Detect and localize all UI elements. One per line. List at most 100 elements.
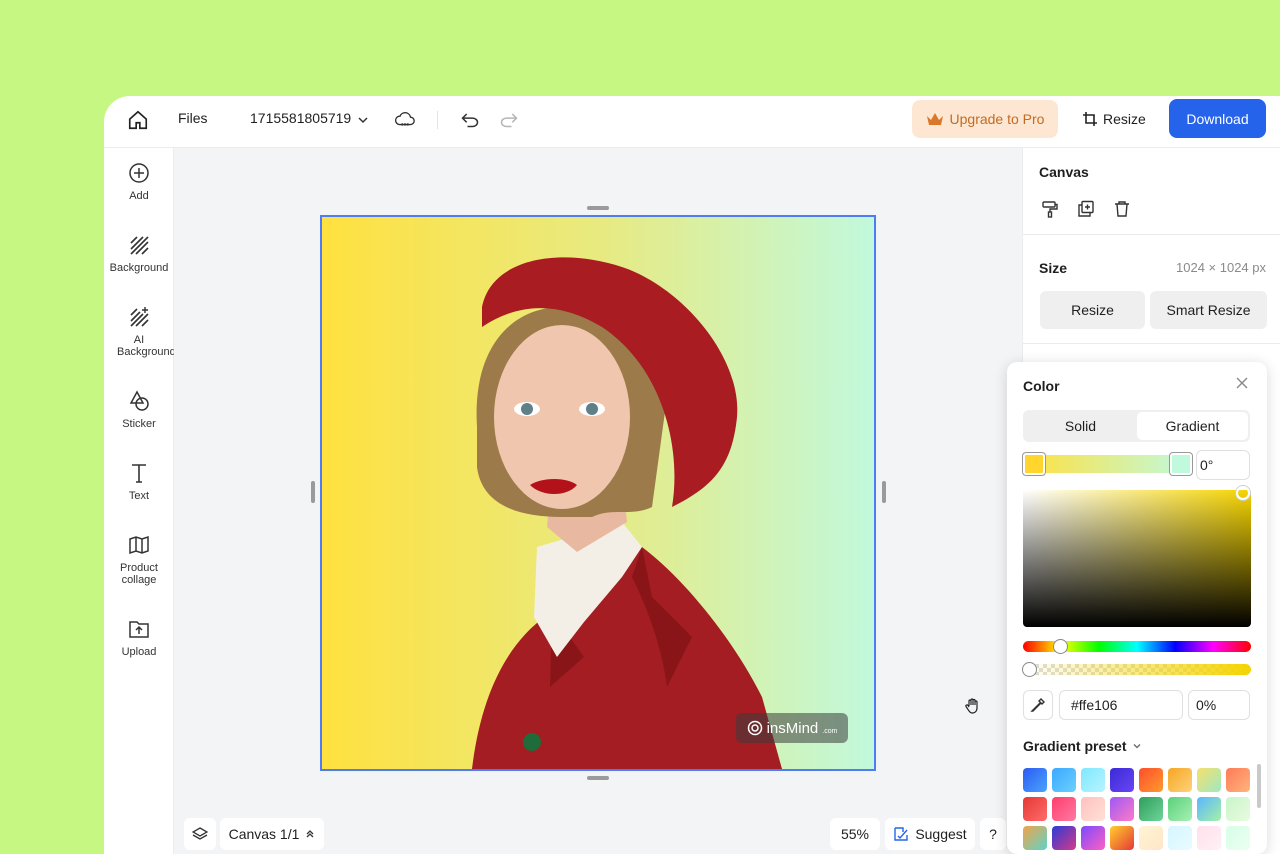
- chevron-down-icon[interactable]: [356, 110, 370, 130]
- gradient-swatch[interactable]: [1052, 768, 1076, 792]
- canvas-workspace[interactable]: insMind .com Canvas 1/1 55% Suggest ?: [174, 148, 1022, 854]
- undo-icon[interactable]: [459, 108, 481, 130]
- gradient-stop-start[interactable]: [1023, 453, 1045, 475]
- left-toolbar: Add Background AI Background Sticker Tex…: [104, 148, 176, 854]
- gradient-swatch[interactable]: [1197, 768, 1221, 792]
- redo-icon[interactable]: [498, 108, 520, 130]
- gradient-bar[interactable]: [1023, 455, 1188, 473]
- resize-handle-left[interactable]: [311, 481, 315, 503]
- size-value: 1024 × 1024 px: [1176, 260, 1266, 275]
- gradient-swatch[interactable]: [1197, 797, 1221, 821]
- sidebar-item-upload[interactable]: Upload: [104, 618, 174, 658]
- panel-divider: [1023, 343, 1280, 344]
- gradient-swatch[interactable]: [1226, 826, 1250, 850]
- resize-label: Resize: [1103, 111, 1146, 127]
- gradient-swatch[interactable]: [1168, 797, 1192, 821]
- hand-cursor-icon: [964, 697, 982, 720]
- help-button[interactable]: ?: [980, 818, 1006, 850]
- sidebar-item-label: Add: [129, 190, 149, 202]
- sidebar-item-product-collage[interactable]: Product collage: [104, 534, 174, 586]
- download-button[interactable]: Download: [1169, 99, 1266, 138]
- panel-resize-button[interactable]: Resize: [1040, 291, 1145, 329]
- resize-handle-bottom[interactable]: [587, 776, 609, 780]
- hex-input[interactable]: #ffe106: [1059, 690, 1183, 720]
- scrollbar[interactable]: [1257, 764, 1261, 808]
- saturation-knob[interactable]: [1236, 486, 1250, 500]
- sidebar-item-background[interactable]: Background: [104, 234, 174, 274]
- trash-icon[interactable]: [1113, 200, 1131, 218]
- zoom-level[interactable]: 55%: [830, 818, 880, 850]
- shapes-icon: [129, 390, 149, 411]
- gradient-swatch[interactable]: [1110, 768, 1134, 792]
- opacity-slider[interactable]: [1023, 664, 1251, 675]
- gradient-swatch[interactable]: [1168, 768, 1192, 792]
- opacity-knob[interactable]: [1023, 663, 1036, 676]
- panel-title: Canvas: [1039, 164, 1089, 180]
- gradient-swatch[interactable]: [1023, 768, 1047, 792]
- toolbar-divider: [437, 111, 438, 129]
- opacity-input[interactable]: 0%: [1188, 690, 1250, 720]
- gradient-swatch[interactable]: [1197, 826, 1221, 850]
- gradient-swatch[interactable]: [1226, 797, 1250, 821]
- sidebar-item-add[interactable]: Add: [104, 162, 174, 202]
- sidebar-item-text[interactable]: Text: [104, 462, 174, 502]
- sidebar-item-label: Upload: [121, 646, 157, 658]
- popover-title: Color: [1023, 378, 1060, 394]
- gradient-swatch[interactable]: [1226, 768, 1250, 792]
- top-bar: Files 1715581805719 Upgrade to Pro Resiz…: [104, 96, 1280, 148]
- suggest-button[interactable]: Suggest: [885, 818, 975, 850]
- sidebar-item-label: Product collage: [120, 562, 158, 586]
- gradient-swatch[interactable]: [1139, 768, 1163, 792]
- gradient-swatch[interactable]: [1139, 797, 1163, 821]
- map-icon: [129, 535, 149, 555]
- gradient-swatch[interactable]: [1110, 826, 1134, 850]
- gradient-preset-label: Gradient preset: [1023, 738, 1127, 754]
- upgrade-label: Upgrade to Pro: [949, 111, 1045, 127]
- gradient-swatch[interactable]: [1081, 826, 1105, 850]
- canvas-page-selector[interactable]: Canvas 1/1: [220, 818, 324, 850]
- sidebar-item-ai-background[interactable]: AI Background: [104, 306, 176, 358]
- chevron-down-icon: [1134, 744, 1141, 749]
- color-popover: Color Solid Gradient 0° #ffe106 0% Gradi…: [1007, 362, 1267, 854]
- cloud-sync-icon[interactable]: [394, 108, 416, 130]
- gradient-swatch[interactable]: [1052, 797, 1076, 821]
- ai-hatch-icon: [130, 307, 149, 327]
- gradient-swatch[interactable]: [1139, 826, 1163, 850]
- files-link[interactable]: Files: [178, 110, 208, 126]
- upgrade-to-pro-button[interactable]: Upgrade to Pro: [912, 100, 1058, 138]
- tab-solid[interactable]: Solid: [1025, 412, 1136, 440]
- watermark-badge: insMind .com: [736, 713, 848, 743]
- gradient-preset-toggle[interactable]: Gradient preset: [1023, 738, 1142, 754]
- gradient-angle-input[interactable]: 0°: [1196, 450, 1250, 480]
- smart-resize-button[interactable]: Smart Resize: [1150, 291, 1267, 329]
- sidebar-item-sticker[interactable]: Sticker: [104, 390, 174, 430]
- saturation-value-picker[interactable]: [1023, 490, 1251, 627]
- paint-roller-icon[interactable]: [1041, 200, 1059, 218]
- design-canvas[interactable]: insMind .com: [320, 215, 876, 771]
- sidebar-item-label: Sticker: [122, 418, 156, 430]
- duplicate-icon[interactable]: [1077, 200, 1095, 218]
- resize-handle-right[interactable]: [882, 481, 886, 503]
- chevron-up-icon: [306, 830, 314, 838]
- gradient-swatch[interactable]: [1052, 826, 1076, 850]
- gradient-swatch[interactable]: [1110, 797, 1134, 821]
- suggest-icon: [894, 827, 909, 841]
- hue-knob[interactable]: [1054, 640, 1067, 653]
- layers-icon[interactable]: [184, 818, 216, 850]
- color-mode-tabs: Solid Gradient: [1023, 410, 1250, 442]
- gradient-swatch[interactable]: [1023, 826, 1047, 850]
- resize-button[interactable]: Resize: [1082, 100, 1146, 138]
- gradient-stop-end[interactable]: [1170, 453, 1192, 475]
- tab-gradient[interactable]: Gradient: [1137, 412, 1248, 440]
- gradient-swatch[interactable]: [1023, 797, 1047, 821]
- resize-handle-top[interactable]: [587, 206, 609, 210]
- document-name[interactable]: 1715581805719: [250, 110, 351, 126]
- portrait-image[interactable]: [322, 217, 874, 769]
- panel-divider: [1023, 234, 1280, 235]
- close-icon[interactable]: [1235, 376, 1249, 395]
- gradient-swatch[interactable]: [1081, 797, 1105, 821]
- home-icon[interactable]: [126, 108, 150, 132]
- gradient-swatch[interactable]: [1168, 826, 1192, 850]
- gradient-swatch[interactable]: [1081, 768, 1105, 792]
- eyedropper-icon[interactable]: [1023, 690, 1053, 720]
